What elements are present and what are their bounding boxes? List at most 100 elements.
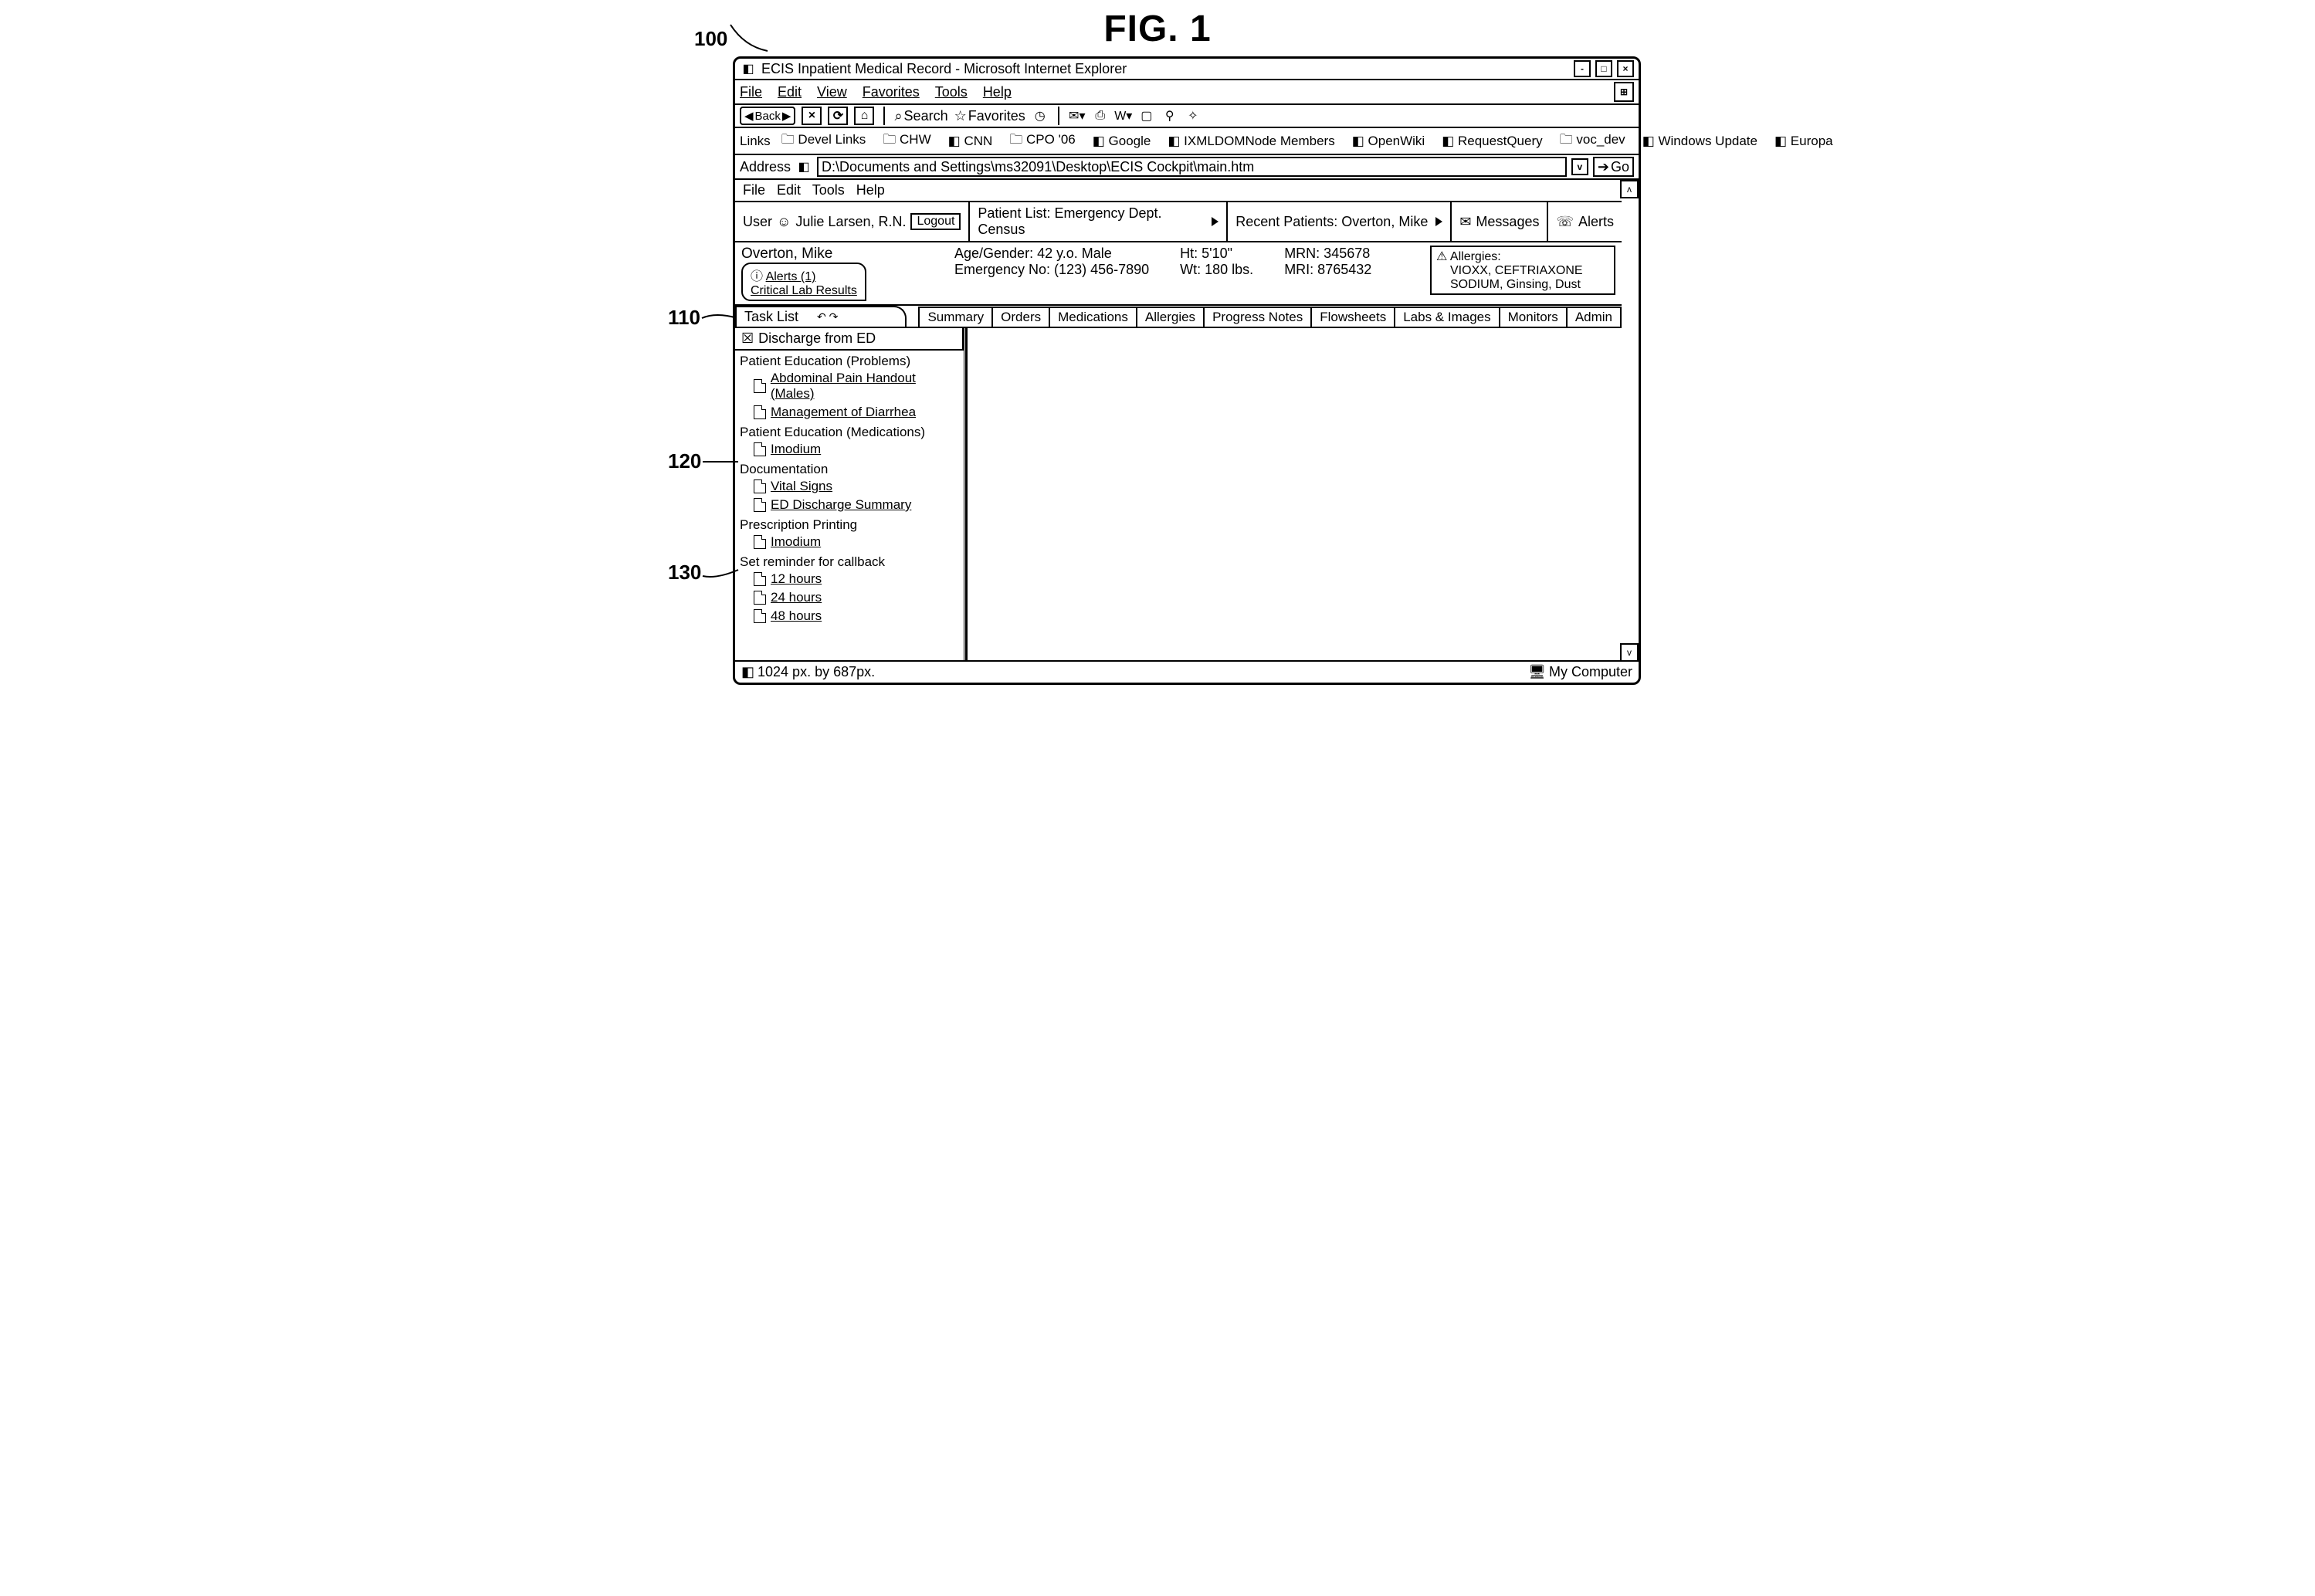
patient-list-cell[interactable]: Patient List: Emergency Dept. Census	[970, 202, 1228, 241]
tab-labs-images[interactable]: Labs & Images	[1394, 307, 1500, 327]
tasklist-item[interactable]: Imodium	[735, 440, 964, 459]
ie-menu-view[interactable]: View	[817, 84, 847, 100]
critical-lab-link[interactable]: Critical Lab Results	[751, 284, 857, 298]
link-devel[interactable]: 🗀 Devel Links	[781, 130, 873, 152]
tab-strip: Task List ↶ ↷ Summary Orders Medications…	[735, 306, 1622, 328]
maximize-button[interactable]: □	[1595, 60, 1612, 77]
emergency-no: Emergency No: (123) 456-7890	[954, 262, 1149, 278]
tasklist-header[interactable]: ☒ Discharge from ED	[735, 328, 964, 351]
history-button[interactable]: ◷	[1032, 108, 1049, 124]
refresh-button[interactable]: ⟳	[828, 107, 848, 125]
ie-menu-favorites[interactable]: Favorites	[863, 84, 920, 100]
tab-allergies[interactable]: Allergies	[1136, 307, 1205, 327]
go-button[interactable]: ➔Go	[1593, 157, 1634, 177]
tasklist-item[interactable]: Management of Diarrhea	[735, 403, 964, 422]
document-icon	[754, 572, 766, 586]
address-label: Address	[740, 159, 791, 175]
link-requestquery[interactable]: ◧ RequestQuery	[1442, 134, 1548, 149]
link-cnn[interactable]: ◧ CNN	[948, 134, 999, 149]
tab-summary[interactable]: Summary	[918, 307, 993, 327]
tasklist-section: Patient Education (Problems)	[735, 351, 964, 369]
research-button[interactable]: ⚲	[1161, 108, 1178, 124]
page-icon: ◧	[795, 159, 812, 175]
link-cpo[interactable]: 🗀 CPO '06	[1009, 130, 1081, 152]
tab-flowsheets[interactable]: Flowsheets	[1310, 307, 1395, 327]
checkbox-icon[interactable]: ☒	[741, 330, 754, 347]
tasklist-nav-icons[interactable]: ↶ ↷	[817, 310, 838, 324]
tasklist-item[interactable]: Imodium	[735, 533, 964, 551]
logout-button[interactable]: Logout	[910, 213, 961, 230]
link-ixml[interactable]: ◧ IXMLDOMNode Members	[1168, 134, 1341, 149]
ie-menu-tools[interactable]: Tools	[935, 84, 968, 100]
ie-menu-help[interactable]: Help	[983, 84, 1012, 100]
status-bar: ◧ 1024 px. by 687px. 🖥 My Computer	[735, 662, 1639, 683]
app-menu-edit[interactable]: Edit	[777, 182, 801, 198]
patient-alerts-box[interactable]: ⓘ Alerts (1) Critical Lab Results	[741, 263, 866, 301]
status-zone: My Computer	[1549, 664, 1632, 680]
link-chw[interactable]: 🗀 CHW	[883, 130, 937, 152]
figure-title: FIG. 1	[663, 8, 1652, 50]
links-bar: Links 🗀 Devel Links 🗀 CHW ◧ CNN 🗀 CPO '0…	[735, 128, 1639, 155]
favorites-button[interactable]: ☆Favorites	[954, 108, 1025, 124]
tab-monitors[interactable]: Monitors	[1499, 307, 1568, 327]
minimize-button[interactable]: -	[1574, 60, 1591, 77]
tab-medications[interactable]: Medications	[1049, 307, 1137, 327]
ie-menu-edit[interactable]: Edit	[778, 84, 802, 100]
tab-admin[interactable]: Admin	[1566, 307, 1622, 327]
patient-header: Overton, Mike ⓘ Alerts (1) Critical Lab …	[735, 242, 1622, 306]
patient-name: Overton, Mike	[741, 246, 942, 263]
tasklist-panel: ☒ Discharge from ED Patient Education (P…	[735, 328, 966, 660]
main-pane	[966, 328, 1622, 660]
tasklist-item-label: 12 hours	[771, 571, 822, 587]
patient-mri: MRI: 8765432	[1284, 262, 1371, 278]
app-topbar: User ☺ Julie Larsen, R.N. Logout Patient…	[735, 202, 1622, 242]
document-icon	[754, 609, 766, 623]
tasklist-item[interactable]: 12 hours	[735, 570, 964, 588]
tasklist-item[interactable]: 24 hours	[735, 588, 964, 607]
recent-patients-cell[interactable]: Recent Patients: Overton, Mike	[1228, 202, 1452, 241]
tasklist-item-label: 24 hours	[771, 590, 822, 605]
back-button[interactable]: ◀Back▶	[740, 107, 795, 125]
address-input[interactable]: D:\Documents and Settings\ms32091\Deskto…	[817, 157, 1567, 177]
link-openwiki[interactable]: ◧ OpenWiki	[1352, 134, 1431, 149]
stop-button[interactable]: ×	[802, 107, 822, 125]
app-icon: ◧	[740, 61, 757, 76]
tasklist-item[interactable]: ED Discharge Summary	[735, 496, 964, 514]
print-button[interactable]: ⎙	[1092, 108, 1109, 124]
tasklist-item[interactable]: Abdominal Pain Handout (Males)	[735, 369, 964, 403]
patient-mrn: MRN: 345678	[1284, 246, 1371, 262]
link-google[interactable]: ◧ Google	[1093, 134, 1158, 149]
tab-orders[interactable]: Orders	[991, 307, 1050, 327]
tab-progress-notes[interactable]: Progress Notes	[1203, 307, 1312, 327]
discuss-button[interactable]: ▢	[1138, 108, 1155, 124]
ie-menu-file[interactable]: File	[740, 84, 762, 100]
link-vocdev[interactable]: 🗀 voc_dev	[1560, 130, 1632, 152]
app-menu-help[interactable]: Help	[856, 182, 885, 198]
tasklist-section: Prescription Printing	[735, 514, 964, 533]
address-dropdown[interactable]: v	[1571, 158, 1588, 175]
tab-tasklist[interactable]: Task List ↶ ↷	[735, 306, 907, 327]
close-button[interactable]: ×	[1617, 60, 1634, 77]
scroll-up[interactable]: ʌ	[1620, 180, 1639, 198]
tasklist-item[interactable]: Vital Signs	[735, 477, 964, 496]
home-button[interactable]: ⌂	[854, 107, 874, 125]
link-europa[interactable]: ◧ Europa	[1774, 134, 1839, 149]
messages-cell[interactable]: ✉Messages	[1452, 202, 1548, 241]
scroll-down[interactable]: v	[1620, 643, 1639, 662]
mail-button[interactable]: ✉▾	[1069, 108, 1086, 124]
app-menu-tools[interactable]: Tools	[812, 182, 845, 198]
tasklist-item[interactable]: 48 hours	[735, 607, 964, 625]
app-menu-file[interactable]: File	[743, 182, 765, 198]
age-gender: Age/Gender: 42 y.o. Male	[954, 246, 1149, 262]
link-winupdate[interactable]: ◧ Windows Update	[1642, 134, 1764, 149]
window-title: ECIS Inpatient Medical Record - Microsof…	[761, 61, 1569, 77]
search-button[interactable]: ⌕Search	[894, 108, 947, 124]
ie-throbber: ⊞	[1614, 82, 1634, 102]
messenger-button[interactable]: ✧	[1185, 108, 1202, 124]
envelope-icon: ✉	[1459, 214, 1471, 230]
alerts-cell[interactable]: ☏Alerts	[1548, 202, 1622, 241]
edit-button[interactable]: W▾	[1115, 108, 1132, 124]
zone-icon: 🖥	[1528, 664, 1546, 680]
user-label: User	[743, 214, 772, 230]
document-icon	[754, 379, 766, 393]
